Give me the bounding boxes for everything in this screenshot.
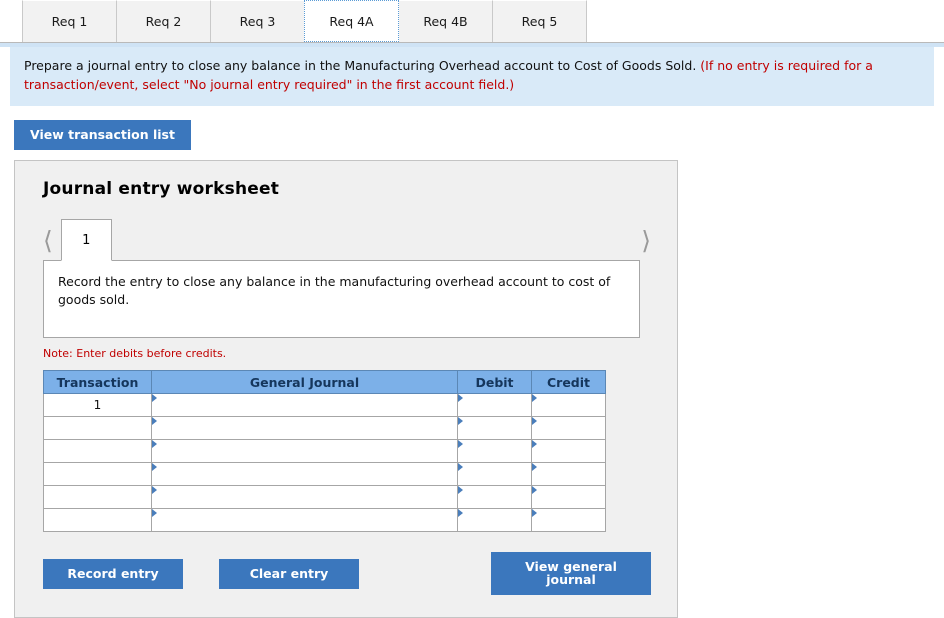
worksheet-page-tab-1[interactable]: 1 <box>60 219 112 262</box>
tab-req-5[interactable]: Req 5 <box>492 0 587 42</box>
credit-input[interactable] <box>531 508 606 533</box>
debit-input[interactable] <box>457 462 532 487</box>
worksheet-button-row: Record entry Clear entry View general jo… <box>43 552 651 596</box>
cell-marker-icon <box>458 394 463 403</box>
journal-entry-table: Transaction General Journal Debit Credit 1 <box>43 370 606 533</box>
table-row <box>43 485 606 510</box>
column-header-general-journal: General Journal <box>151 370 458 395</box>
record-entry-button[interactable]: Record entry <box>43 558 183 589</box>
instruction-main-text: Prepare a journal entry to close any bal… <box>24 58 697 73</box>
transaction-cell: 1 <box>43 393 152 418</box>
credit-input[interactable] <box>531 462 606 487</box>
transaction-cell <box>43 485 152 510</box>
cell-marker-icon <box>152 486 157 495</box>
credit-input[interactable] <box>531 393 606 418</box>
cell-marker-icon <box>152 394 157 403</box>
general-journal-input[interactable] <box>151 462 458 487</box>
clear-entry-button[interactable]: Clear entry <box>219 558 359 589</box>
debit-input[interactable] <box>457 439 532 464</box>
general-journal-input[interactable] <box>151 416 458 441</box>
requirement-tab-bar: Req 1 Req 2 Req 3 Req 4A Req 4B Req 5 <box>0 0 944 42</box>
tab-req-3[interactable]: Req 3 <box>210 0 305 42</box>
cell-marker-icon <box>152 463 157 472</box>
cell-marker-icon <box>458 509 463 518</box>
cell-marker-icon <box>458 417 463 426</box>
general-journal-input[interactable] <box>151 485 458 510</box>
chevron-left-icon[interactable]: ⟨ <box>43 228 61 261</box>
transaction-cell <box>43 508 152 533</box>
general-journal-input[interactable] <box>151 393 458 418</box>
cell-marker-icon <box>532 463 537 472</box>
cell-marker-icon <box>458 440 463 449</box>
general-journal-input[interactable] <box>151 439 458 464</box>
tab-req-4a[interactable]: Req 4A <box>304 0 399 42</box>
credit-input[interactable] <box>531 439 606 464</box>
column-header-transaction: Transaction <box>43 370 152 395</box>
cell-marker-icon <box>532 394 537 403</box>
entry-description-box: Record the entry to close any balance in… <box>43 260 640 339</box>
tab-req-4b[interactable]: Req 4B <box>398 0 493 42</box>
transaction-cell <box>43 439 152 464</box>
tab-req-2[interactable]: Req 2 <box>116 0 211 42</box>
toolbar: View transaction list <box>0 106 944 161</box>
chevron-right-icon[interactable]: ⟩ <box>641 228 653 261</box>
cell-marker-icon <box>152 440 157 449</box>
cell-marker-icon <box>152 417 157 426</box>
worksheet-pager: ⟨ 1 ⟩ <box>43 217 653 262</box>
table-row <box>43 416 606 441</box>
page-title: Journal entry worksheet <box>43 179 280 200</box>
table-row <box>43 462 606 487</box>
table-row <box>43 508 606 533</box>
debits-before-credits-note: Note: Enter debits before credits. <box>43 347 227 361</box>
cell-marker-icon <box>152 509 157 518</box>
cell-marker-icon <box>458 463 463 472</box>
debit-input[interactable] <box>457 485 532 510</box>
table-row <box>43 439 606 464</box>
cell-marker-icon <box>532 486 537 495</box>
cell-marker-icon <box>532 440 537 449</box>
debit-input[interactable] <box>457 416 532 441</box>
transaction-cell <box>43 462 152 487</box>
transaction-cell <box>43 416 152 441</box>
table-header-row: Transaction General Journal Debit Credit <box>43 370 606 395</box>
view-general-journal-button[interactable]: View general journal <box>491 552 651 596</box>
table-row: 1 <box>43 393 606 418</box>
view-transaction-list-button[interactable]: View transaction list <box>14 119 191 151</box>
credit-input[interactable] <box>531 416 606 441</box>
cell-marker-icon <box>532 417 537 426</box>
tab-req-1[interactable]: Req 1 <box>22 0 117 42</box>
credit-input[interactable] <box>531 485 606 510</box>
debit-input[interactable] <box>457 508 532 533</box>
general-journal-input[interactable] <box>151 508 458 533</box>
journal-entry-worksheet-panel: Journal entry worksheet ⟨ 1 ⟩ Record the… <box>14 160 678 618</box>
debit-input[interactable] <box>457 393 532 418</box>
cell-marker-icon <box>458 486 463 495</box>
cell-marker-icon <box>532 509 537 518</box>
instruction-banner: Prepare a journal entry to close any bal… <box>10 47 934 106</box>
column-header-credit: Credit <box>531 370 606 395</box>
column-header-debit: Debit <box>457 370 532 395</box>
